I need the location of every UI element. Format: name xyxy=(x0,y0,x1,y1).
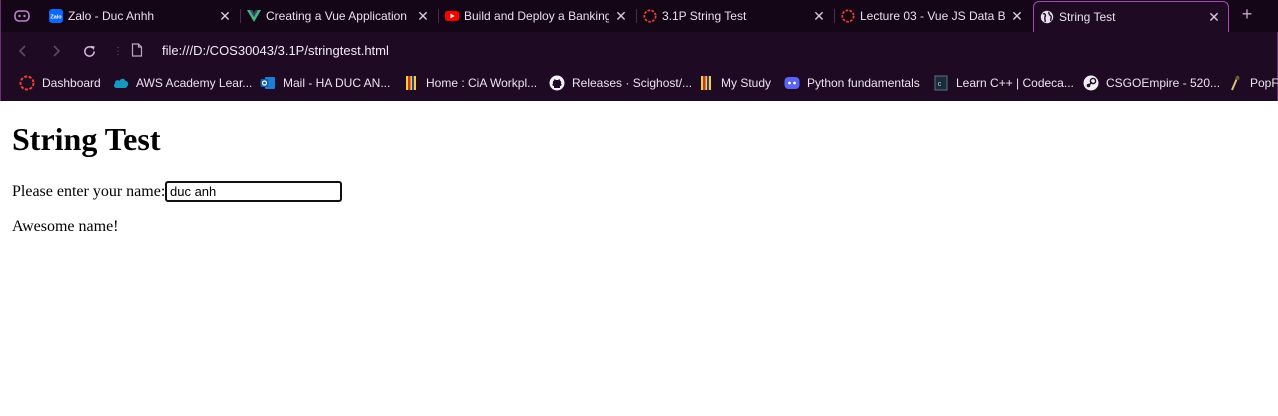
bookmark-python-fundamentals[interactable]: Python fundamentals xyxy=(784,74,920,92)
globe-icon xyxy=(1040,10,1054,24)
popfly-icon xyxy=(1227,75,1243,91)
tab-title: Creating a Vue Application xyxy=(266,9,407,23)
address-bar[interactable]: file:///D:/COS30043/3.1P/stringtest.html xyxy=(162,43,389,58)
back-icon[interactable] xyxy=(12,40,34,62)
svg-text:c: c xyxy=(938,81,942,88)
bookmark-csgoempire[interactable]: CSGOEmpire - 520... xyxy=(1083,74,1220,92)
close-icon[interactable]: ✕ xyxy=(415,8,431,24)
cia-icon xyxy=(403,75,419,91)
forward-icon[interactable] xyxy=(45,40,67,62)
tab-strip: Zalo Zalo - Duc Anhh ✕ Creating a Vue Ap… xyxy=(1,0,1278,32)
bookmark-aws-academy[interactable]: AWS Academy Lear... xyxy=(113,74,252,92)
ontrack-icon xyxy=(643,9,657,23)
bookmark-releases[interactable]: Releases · Scighost/... xyxy=(549,74,692,92)
bookmark-label: Mail - HA DUC AN... xyxy=(283,76,391,90)
tab-title: Zalo - Duc Anhh xyxy=(68,9,155,23)
bookmark-dashboard[interactable]: Dashboard xyxy=(19,74,101,92)
ontrack-icon xyxy=(841,9,855,23)
bookmark-label: PopFl xyxy=(1250,76,1278,90)
page-content: String Test Please enter your name: Awes… xyxy=(0,101,1278,416)
bookmark-label: Releases · Scighost/... xyxy=(572,76,693,90)
bookmark-cia-workplace[interactable]: Home : CiA Workpl... xyxy=(403,74,537,92)
bookmark-label: Python fundamentals xyxy=(807,76,920,90)
bookmark-label: My Study xyxy=(721,76,772,90)
tab-actions-icon[interactable] xyxy=(9,5,35,27)
vue-icon xyxy=(247,9,261,23)
bookmark-learn-cpp[interactable]: c Learn C++ | Codeca... xyxy=(933,74,1074,92)
zalo-icon: Zalo xyxy=(49,9,63,23)
name-input[interactable] xyxy=(165,181,342,202)
file-icon[interactable] xyxy=(131,43,143,57)
cia-icon xyxy=(698,75,714,91)
tab-title: Lecture 03 - Vue JS Data Bi xyxy=(860,9,1005,23)
close-icon[interactable]: ✕ xyxy=(613,8,629,24)
youtube-icon xyxy=(445,9,459,23)
tab-title: Build and Deploy a Banking xyxy=(464,9,609,23)
codecademy-icon: c xyxy=(933,75,949,91)
ontrack-icon xyxy=(19,75,35,91)
github-icon xyxy=(549,75,565,91)
outlook-icon xyxy=(260,75,276,91)
bookmark-label: CSGOEmpire - 520... xyxy=(1106,76,1221,90)
bookmark-label: Learn C++ | Codeca... xyxy=(956,76,1074,90)
tab-lecture-03[interactable]: Lecture 03 - Vue JS Data Bi ✕ xyxy=(835,2,1031,30)
close-icon[interactable]: ✕ xyxy=(1009,8,1025,24)
bookmark-popfl[interactable]: PopFl xyxy=(1227,74,1278,92)
salesforce-cloud-icon xyxy=(113,75,129,91)
bookmark-label: Dashboard xyxy=(42,76,101,90)
toolbar-divider: ⋮ xyxy=(113,46,123,57)
tab-zalo[interactable]: Zalo Zalo - Duc Anhh ✕ xyxy=(43,2,239,30)
discord-icon xyxy=(784,75,800,91)
browser-chrome: Zalo Zalo - Duc Anhh ✕ Creating a Vue Ap… xyxy=(0,0,1278,101)
reload-icon[interactable] xyxy=(78,40,100,62)
tab-banking-video[interactable]: Build and Deploy a Banking ✕ xyxy=(439,2,635,30)
tab-string-test[interactable]: String Test ✕ xyxy=(1033,1,1229,32)
name-prompt-label: Please enter your name: xyxy=(12,183,166,200)
tab-vue-application[interactable]: Creating a Vue Application ✕ xyxy=(241,2,437,30)
new-tab-icon[interactable]: + xyxy=(1237,4,1257,24)
bookmark-label: AWS Academy Lear... xyxy=(136,76,253,90)
bookmarks-bar: Dashboard AWS Academy Lear... Mail - HA … xyxy=(1,68,1278,98)
tab-title: 3.1P String Test xyxy=(662,9,747,23)
page-title: String Test xyxy=(12,121,161,157)
toolbar: ⋮ file:///D:/COS30043/3.1P/stringtest.ht… xyxy=(1,32,1278,68)
tab-string-test-task[interactable]: 3.1P String Test ✕ xyxy=(637,2,833,30)
steam-icon xyxy=(1083,75,1099,91)
svg-text:Zalo: Zalo xyxy=(50,15,62,21)
bookmark-label: Home : CiA Workpl... xyxy=(426,76,538,90)
close-icon[interactable]: ✕ xyxy=(217,8,233,24)
bookmark-mail[interactable]: Mail - HA DUC AN... xyxy=(260,74,390,92)
name-result-text: Awesome name! xyxy=(12,218,119,235)
bookmark-my-study[interactable]: My Study xyxy=(698,74,771,92)
tab-title: String Test xyxy=(1059,10,1116,24)
close-icon[interactable]: ✕ xyxy=(1206,9,1222,25)
close-icon[interactable]: ✕ xyxy=(811,8,827,24)
